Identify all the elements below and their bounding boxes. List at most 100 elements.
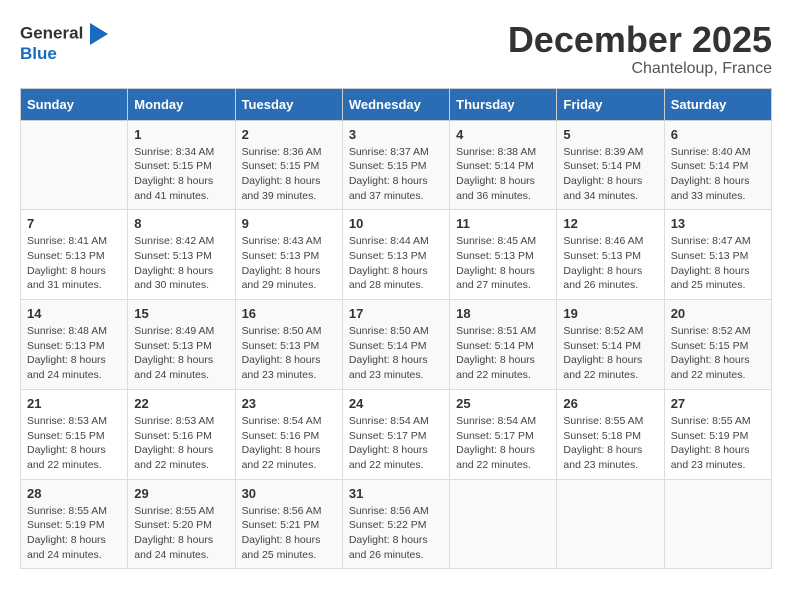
day-info: Sunrise: 8:40 AM Sunset: 5:14 PM Dayligh… [671, 145, 765, 204]
title-area: December 2025 Chanteloup, France [508, 20, 772, 78]
day-info: Sunrise: 8:50 AM Sunset: 5:13 PM Dayligh… [242, 324, 336, 383]
day-info: Sunrise: 8:50 AM Sunset: 5:14 PM Dayligh… [349, 324, 443, 383]
day-info: Sunrise: 8:52 AM Sunset: 5:14 PM Dayligh… [563, 324, 657, 383]
day-info: Sunrise: 8:34 AM Sunset: 5:15 PM Dayligh… [134, 145, 228, 204]
calendar-cell: 30Sunrise: 8:56 AM Sunset: 5:21 PM Dayli… [235, 479, 342, 569]
day-number: 31 [349, 486, 443, 501]
calendar-cell: 23 Sunrise: 8:54 AM Sunset: 5:16 PM Dayli… [235, 389, 342, 479]
calendar-cell: 22 Sunrise: 8:53 AM Sunset: 5:16 PM Dayli… [128, 389, 235, 479]
calendar-cell: 29Sunrise: 8:55 AM Sunset: 5:20 PM Dayli… [128, 479, 235, 569]
day-number: 12 [563, 216, 657, 231]
calendar-cell: 9Sunrise: 8:43 AM Sunset: 5:13 PM Daylig… [235, 210, 342, 300]
day-number: 3 [349, 127, 443, 142]
calendar-cell: 28Sunrise: 8:55 AM Sunset: 5:19 PM Dayli… [21, 479, 128, 569]
day-header-thursday: Thursday [450, 88, 557, 120]
day-info: Sunrise: 8:53 AM Sunset: 5:15 PM Dayligh… [27, 414, 121, 473]
calendar-cell: 21 Sunrise: 8:53 AM Sunset: 5:15 PM Dayli… [21, 389, 128, 479]
calendar-cell: 3 Sunrise: 8:37 AM Sunset: 5:15 PM Daylig… [342, 120, 449, 210]
calendar-cell [450, 479, 557, 569]
day-info: Sunrise: 8:41 AM Sunset: 5:13 PM Dayligh… [27, 234, 121, 293]
day-number: 5 [563, 127, 657, 142]
day-header-wednesday: Wednesday [342, 88, 449, 120]
day-number: 13 [671, 216, 765, 231]
calendar-cell: 24Sunrise: 8:54 AM Sunset: 5:17 PM Dayli… [342, 389, 449, 479]
day-number: 8 [134, 216, 228, 231]
logo-blue: Blue [20, 44, 57, 63]
calendar-cell: 16 Sunrise: 8:50 AM Sunset: 5:13 PM Dayli… [235, 300, 342, 390]
day-header-friday: Friday [557, 88, 664, 120]
day-info: Sunrise: 8:53 AM Sunset: 5:16 PM Dayligh… [134, 414, 228, 473]
calendar-cell: 31 Sunrise: 8:56 AM Sunset: 5:22 PM Dayli… [342, 479, 449, 569]
day-number: 18 [456, 306, 550, 321]
calendar-cell: 1 Sunrise: 8:34 AM Sunset: 5:15 PM Daylig… [128, 120, 235, 210]
calendar-cell [21, 120, 128, 210]
calendar-cell [664, 479, 771, 569]
day-info: Sunrise: 8:56 AM Sunset: 5:21 PM Dayligh… [242, 504, 336, 563]
day-info: Sunrise: 8:45 AM Sunset: 5:13 PM Dayligh… [456, 234, 550, 293]
day-number: 21 [27, 396, 121, 411]
day-info: Sunrise: 8:48 AM Sunset: 5:13 PM Dayligh… [27, 324, 121, 383]
day-info: Sunrise: 8:37 AM Sunset: 5:15 PM Dayligh… [349, 145, 443, 204]
calendar-cell: 11Sunrise: 8:45 AM Sunset: 5:13 PM Dayli… [450, 210, 557, 300]
calendar-cell: 13 Sunrise: 8:47 AM Sunset: 5:13 PM Dayli… [664, 210, 771, 300]
day-info: Sunrise: 8:46 AM Sunset: 5:13 PM Dayligh… [563, 234, 657, 293]
day-number: 23 [242, 396, 336, 411]
day-info: Sunrise: 8:51 AM Sunset: 5:14 PM Dayligh… [456, 324, 550, 383]
calendar-cell: 20 Sunrise: 8:52 AM Sunset: 5:15 PM Dayli… [664, 300, 771, 390]
calendar-cell: 4 Sunrise: 8:38 AM Sunset: 5:14 PM Daylig… [450, 120, 557, 210]
day-info: Sunrise: 8:55 AM Sunset: 5:19 PM Dayligh… [671, 414, 765, 473]
month-title: December 2025 [508, 20, 772, 60]
day-info: Sunrise: 8:56 AM Sunset: 5:22 PM Dayligh… [349, 504, 443, 563]
day-number: 4 [456, 127, 550, 142]
day-info: Sunrise: 8:44 AM Sunset: 5:13 PM Dayligh… [349, 234, 443, 293]
day-number: 19 [563, 306, 657, 321]
header: General► Blue December 2025 Chanteloup, … [20, 20, 772, 78]
calendar-table: SundayMondayTuesdayWednesdayThursdayFrid… [20, 88, 772, 570]
day-header-tuesday: Tuesday [235, 88, 342, 120]
week-row-5: 28Sunrise: 8:55 AM Sunset: 5:19 PM Dayli… [21, 479, 772, 569]
header-row: SundayMondayTuesdayWednesdayThursdayFrid… [21, 88, 772, 120]
day-info: Sunrise: 8:42 AM Sunset: 5:13 PM Dayligh… [134, 234, 228, 293]
day-number: 14 [27, 306, 121, 321]
day-info: Sunrise: 8:54 AM Sunset: 5:16 PM Dayligh… [242, 414, 336, 473]
day-info: Sunrise: 8:38 AM Sunset: 5:14 PM Dayligh… [456, 145, 550, 204]
day-number: 1 [134, 127, 228, 142]
logo: General► Blue [20, 20, 108, 64]
day-header-sunday: Sunday [21, 88, 128, 120]
day-number: 22 [134, 396, 228, 411]
day-number: 16 [242, 306, 336, 321]
calendar-cell: 2Sunrise: 8:36 AM Sunset: 5:15 PM Daylig… [235, 120, 342, 210]
day-info: Sunrise: 8:39 AM Sunset: 5:14 PM Dayligh… [563, 145, 657, 204]
day-info: Sunrise: 8:49 AM Sunset: 5:13 PM Dayligh… [134, 324, 228, 383]
day-info: Sunrise: 8:47 AM Sunset: 5:13 PM Dayligh… [671, 234, 765, 293]
day-number: 20 [671, 306, 765, 321]
day-info: Sunrise: 8:36 AM Sunset: 5:15 PM Dayligh… [242, 145, 336, 204]
day-info: Sunrise: 8:54 AM Sunset: 5:17 PM Dayligh… [456, 414, 550, 473]
day-header-saturday: Saturday [664, 88, 771, 120]
day-info: Sunrise: 8:52 AM Sunset: 5:15 PM Dayligh… [671, 324, 765, 383]
day-number: 25 [456, 396, 550, 411]
day-number: 26 [563, 396, 657, 411]
day-number: 29 [134, 486, 228, 501]
calendar-cell: 5 Sunrise: 8:39 AM Sunset: 5:14 PM Daylig… [557, 120, 664, 210]
logo-general: General [20, 24, 83, 43]
calendar-cell: 27 Sunrise: 8:55 AM Sunset: 5:19 PM Dayli… [664, 389, 771, 479]
calendar-cell: 25 Sunrise: 8:54 AM Sunset: 5:17 PM Dayli… [450, 389, 557, 479]
day-info: Sunrise: 8:43 AM Sunset: 5:13 PM Dayligh… [242, 234, 336, 293]
calendar-cell: 15 Sunrise: 8:49 AM Sunset: 5:13 PM Dayli… [128, 300, 235, 390]
logo-arrow-icon [90, 23, 108, 45]
day-info: Sunrise: 8:54 AM Sunset: 5:17 PM Dayligh… [349, 414, 443, 473]
day-number: 27 [671, 396, 765, 411]
calendar-cell: 17 Sunrise: 8:50 AM Sunset: 5:14 PM Dayli… [342, 300, 449, 390]
week-row-2: 7Sunrise: 8:41 AM Sunset: 5:13 PM Daylig… [21, 210, 772, 300]
day-info: Sunrise: 8:55 AM Sunset: 5:18 PM Dayligh… [563, 414, 657, 473]
week-row-1: 1 Sunrise: 8:34 AM Sunset: 5:15 PM Daylig… [21, 120, 772, 210]
calendar-cell: 18 Sunrise: 8:51 AM Sunset: 5:14 PM Dayli… [450, 300, 557, 390]
day-number: 17 [349, 306, 443, 321]
week-row-3: 14 Sunrise: 8:48 AM Sunset: 5:13 PM Dayli… [21, 300, 772, 390]
calendar-cell [557, 479, 664, 569]
calendar-cell: 10 Sunrise: 8:44 AM Sunset: 5:13 PM Dayli… [342, 210, 449, 300]
day-number: 10 [349, 216, 443, 231]
day-number: 15 [134, 306, 228, 321]
day-info: Sunrise: 8:55 AM Sunset: 5:19 PM Dayligh… [27, 504, 121, 563]
